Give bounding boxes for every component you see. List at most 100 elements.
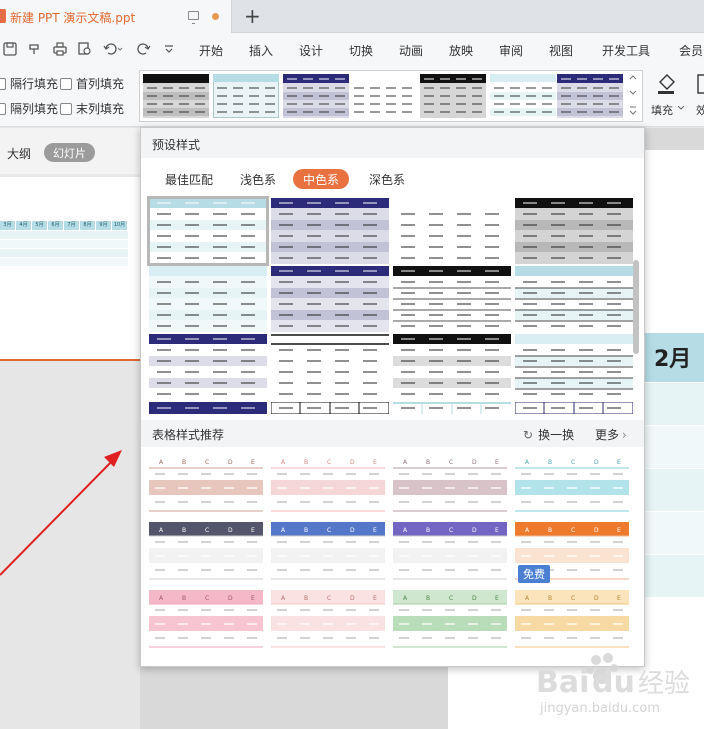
- checkbox-last-column[interactable]: 末列填充: [60, 100, 124, 117]
- recommended-style-4[interactable]: ABCDE: [515, 454, 629, 512]
- menu-transition[interactable]: 切换: [349, 42, 373, 59]
- checkbox-banded-columns[interactable]: 隔列填充: [0, 100, 58, 117]
- document-tab[interactable]: 新建 PPT 演示文稿.ppt: [0, 0, 232, 33]
- gallery-expand-icon[interactable]: [626, 71, 640, 121]
- recommended-style-10[interactable]: ABCDE: [271, 590, 385, 648]
- checkbox-box[interactable]: [0, 103, 6, 115]
- slide-thumbnail[interactable]: 3月 4月 5月 6月 7月 8月 9月 10月: [0, 177, 140, 361]
- print-preview-icon[interactable]: [78, 42, 92, 56]
- gallery-style-4[interactable]: [350, 74, 416, 118]
- preset-style-13[interactable]: [149, 402, 267, 414]
- menu-slideshow[interactable]: 放映: [449, 42, 473, 59]
- svg-text:E: E: [251, 459, 255, 466]
- svg-text:C: C: [571, 527, 575, 534]
- preset-style-15[interactable]: [393, 402, 511, 414]
- checkbox-box[interactable]: [60, 78, 72, 90]
- paint-bucket-icon: [658, 74, 675, 94]
- recommended-style-7[interactable]: ABCDE: [393, 522, 507, 580]
- preset-style-16[interactable]: [515, 402, 633, 414]
- filter-best-match[interactable]: 最佳匹配: [155, 169, 223, 189]
- slide-table[interactable]: 2月: [642, 333, 704, 597]
- recommended-style-11[interactable]: ABCDE: [393, 590, 507, 648]
- slide-table-row: [642, 511, 704, 554]
- refresh-icon: ↻: [523, 428, 534, 442]
- mini-table-row: [0, 257, 128, 266]
- menu-member[interactable]: 会员: [679, 42, 703, 59]
- svg-text:B: B: [426, 527, 430, 534]
- menu-home[interactable]: 开始: [199, 42, 223, 59]
- slide-table-header-text: 2月: [654, 347, 692, 372]
- print-icon[interactable]: [53, 42, 67, 56]
- preset-style-4[interactable]: [515, 198, 633, 264]
- document-title: 新建 PPT 演示文稿.ppt: [10, 11, 136, 25]
- effect-button[interactable]: 效: [696, 73, 704, 123]
- gallery-style-1[interactable]: [143, 74, 209, 118]
- fill-button[interactable]: 填充: [648, 73, 688, 123]
- checkbox-box[interactable]: [0, 78, 6, 90]
- more-quick-access-icon[interactable]: [162, 42, 176, 56]
- filter-medium[interactable]: 中色系: [293, 169, 350, 189]
- preset-style-11[interactable]: [393, 334, 511, 400]
- redo-icon[interactable]: [137, 42, 151, 56]
- tab-outline[interactable]: 大纲: [7, 145, 31, 162]
- filter-light[interactable]: 浅色系: [230, 169, 286, 189]
- filter-dark[interactable]: 深色系: [359, 169, 415, 189]
- gallery-style-3[interactable]: [283, 74, 349, 118]
- preset-style-14[interactable]: [271, 402, 389, 414]
- slide-panel: 大纲 幻灯片 3月 4月 5月 6月 7月 8月 9月 10月: [0, 128, 140, 729]
- gallery-style-2[interactable]: [213, 74, 279, 118]
- format-painter-icon[interactable]: [28, 42, 42, 56]
- preset-style-7[interactable]: [393, 266, 511, 332]
- menu-developer[interactable]: 开发工具: [602, 42, 650, 59]
- menu-review[interactable]: 审阅: [499, 42, 523, 59]
- preset-style-2[interactable]: [271, 198, 389, 264]
- more-button[interactable]: 更多 ›: [595, 426, 627, 443]
- menu-animation[interactable]: 动画: [399, 42, 423, 59]
- recommended-style-3[interactable]: ABCDE: [393, 454, 507, 512]
- svg-text:C: C: [327, 459, 331, 466]
- recommended-style-12[interactable]: ABCDE: [515, 590, 629, 648]
- gallery-style-5[interactable]: [420, 74, 486, 118]
- mini-table-header-cell: 5月: [32, 221, 48, 230]
- preset-style-8[interactable]: [515, 266, 633, 332]
- tab-slides[interactable]: 幻灯片: [44, 143, 95, 162]
- chevron-right-icon: ›: [622, 428, 627, 442]
- preset-style-10[interactable]: [271, 334, 389, 400]
- view-tabs: 大纲 幻灯片: [0, 128, 140, 174]
- table-style-gallery: [139, 70, 643, 122]
- recommended-style-5[interactable]: ABCDE: [149, 522, 263, 580]
- preset-style-6[interactable]: [271, 266, 389, 332]
- panel-scrollbar[interactable]: [633, 260, 639, 354]
- preset-style-12[interactable]: [515, 334, 633, 400]
- recommended-header: 表格样式推荐 ↻ 换一换 更多 ›: [141, 420, 644, 447]
- table-style-dropdown: 预设样式 最佳匹配 浅色系 中色系 深色系 表格样式推荐 ↻ 换一换 更多 › AB…: [140, 127, 645, 667]
- preset-style-5[interactable]: [149, 266, 267, 332]
- svg-text:C: C: [327, 595, 331, 602]
- new-tab-button[interactable]: +: [244, 5, 261, 27]
- checkbox-box[interactable]: [60, 103, 72, 115]
- save-icon[interactable]: [3, 42, 17, 56]
- undo-icon[interactable]: [103, 42, 123, 56]
- gallery-style-6[interactable]: [490, 74, 556, 118]
- svg-text:C: C: [571, 595, 575, 602]
- slide-table-header: 2月: [642, 333, 704, 382]
- preset-style-3[interactable]: [393, 198, 511, 264]
- checkbox-first-column[interactable]: 首列填充: [60, 75, 124, 92]
- refresh-button[interactable]: ↻ 换一换: [523, 426, 574, 443]
- svg-text:E: E: [373, 595, 377, 602]
- baidu-watermark-logo: Bai du 经验 jingyan.baidu.com: [536, 653, 690, 716]
- preset-style-1[interactable]: [147, 196, 269, 266]
- checkbox-banded-rows[interactable]: 隔行填充: [0, 75, 58, 92]
- menu-view[interactable]: 视图: [549, 42, 573, 59]
- menu-design[interactable]: 设计: [299, 42, 323, 59]
- menu-insert[interactable]: 插入: [249, 42, 273, 59]
- svg-text:E: E: [251, 527, 255, 534]
- svg-text:C: C: [205, 595, 209, 602]
- recommended-style-1[interactable]: ABCDE: [149, 454, 263, 512]
- preset-style-9[interactable]: [149, 334, 267, 400]
- monitor-icon[interactable]: [188, 11, 199, 24]
- recommended-style-9[interactable]: ABCDE: [149, 590, 263, 648]
- recommended-style-2[interactable]: ABCDE: [271, 454, 385, 512]
- gallery-style-7[interactable]: [557, 74, 623, 118]
- recommended-style-6[interactable]: ABCDE: [271, 522, 385, 580]
